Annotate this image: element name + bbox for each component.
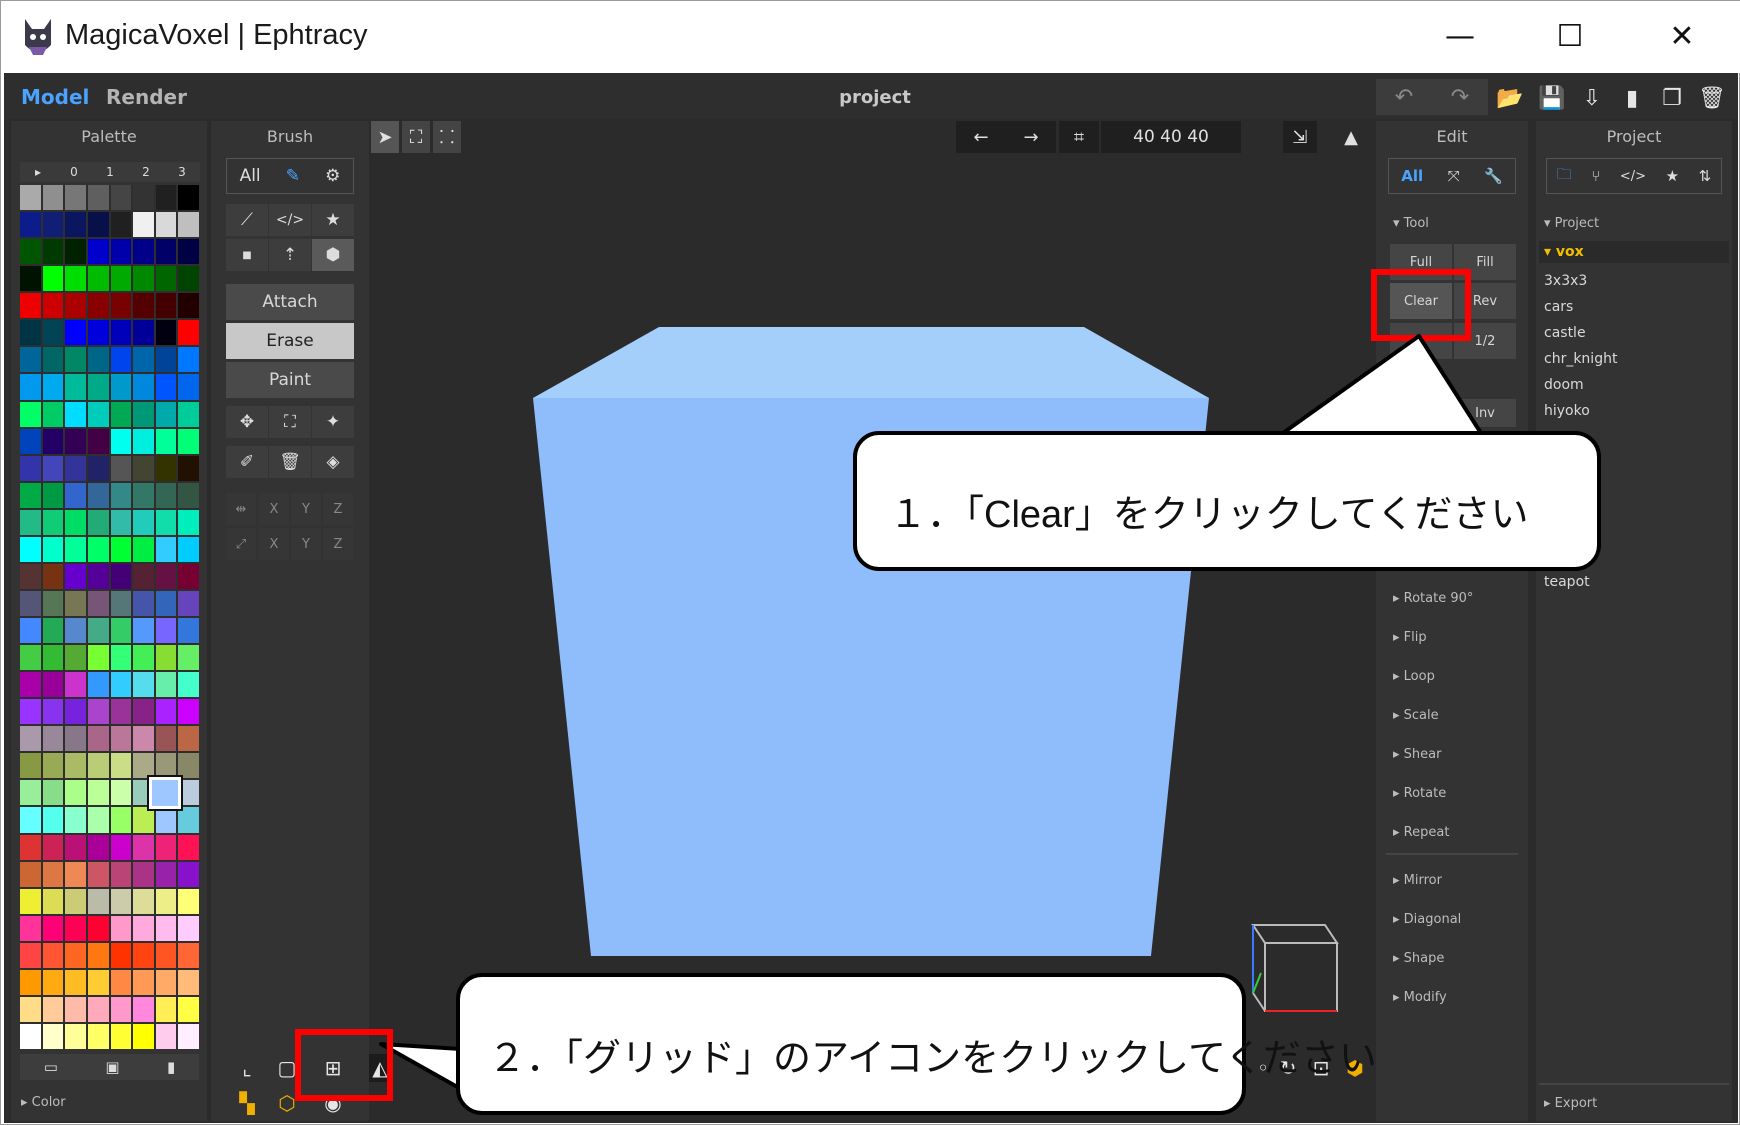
step2-text: ２．「グリッド」のアイコンをクリックしてください bbox=[488, 1038, 1377, 1080]
app-window: MagicaVoxel | Ephtracy — ☐ ✕ Model Rende… bbox=[0, 0, 1740, 1125]
grid-icon-highlight-box bbox=[295, 1029, 393, 1101]
step1-callout: １．「Clear」をクリックしてください bbox=[853, 431, 1601, 571]
step1-text: １．「Clear」をクリックしてください bbox=[889, 494, 1529, 536]
step2-callout: ２．「グリッド」のアイコンをクリックしてください bbox=[456, 973, 1377, 1115]
